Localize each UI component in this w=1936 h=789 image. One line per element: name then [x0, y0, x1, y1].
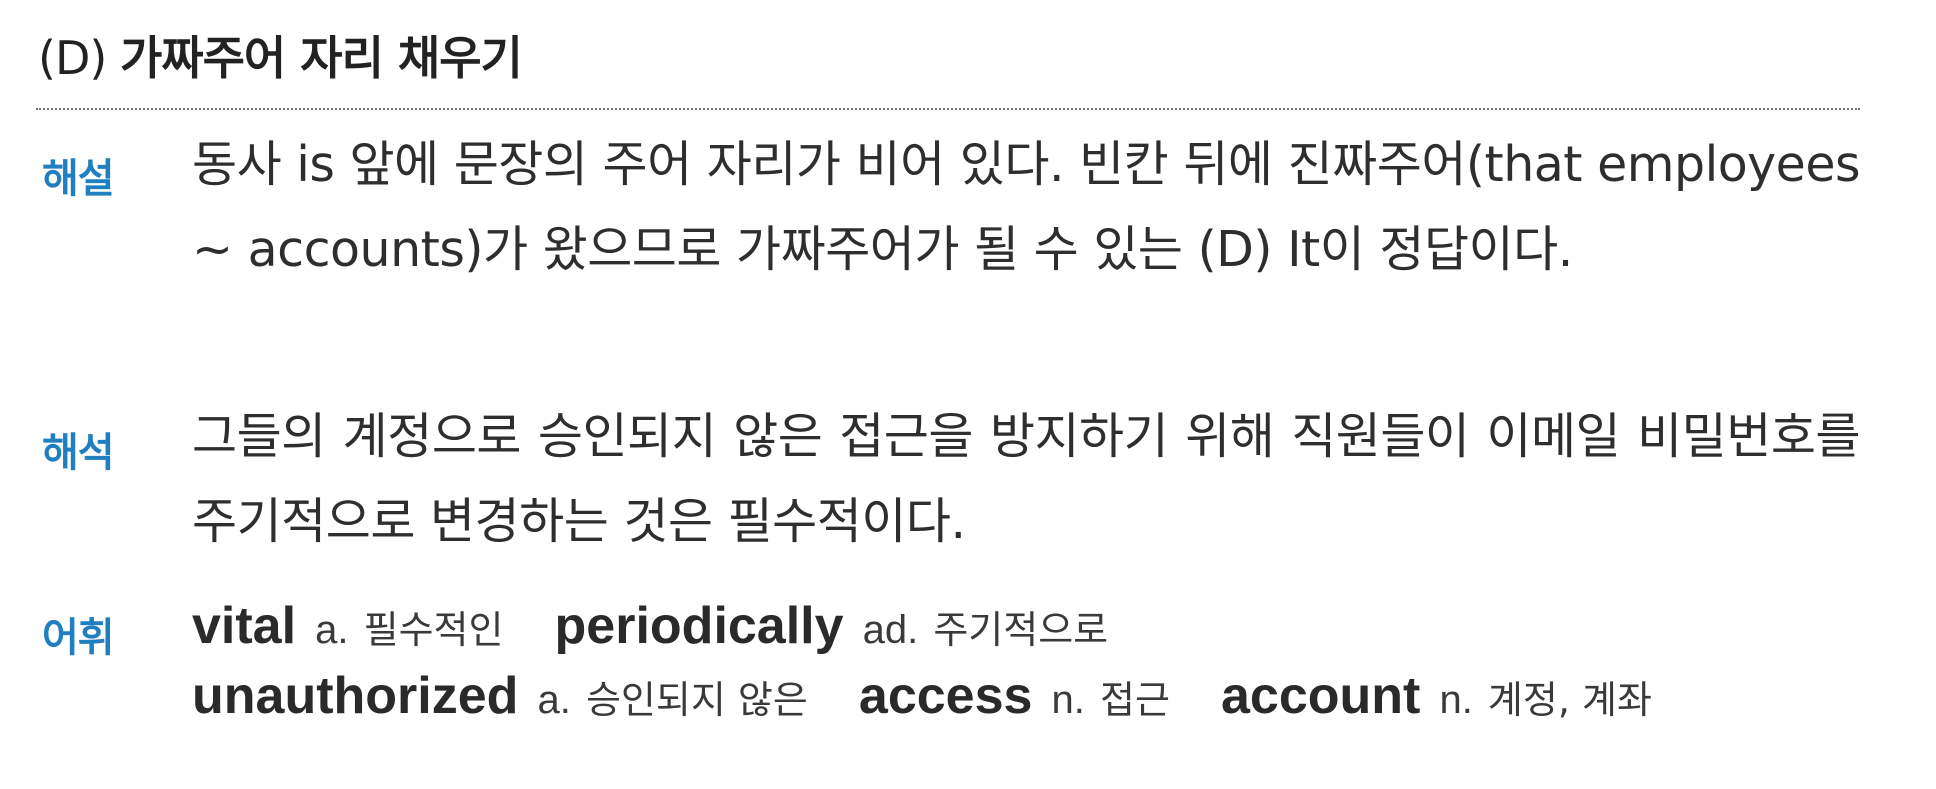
- vocab-item: account n. 계정, 계좌: [1221, 667, 1652, 725]
- vocab-pos: ad.: [862, 608, 919, 652]
- vocab-pos: n.: [1439, 678, 1473, 722]
- section-heading: (D) 가짜주어 자리 채우기: [38, 22, 523, 88]
- vocab-word: access: [858, 667, 1033, 725]
- vocab-item: unauthorized a. 승인되지 않은: [192, 667, 813, 725]
- vocab-meaning: 필수적인: [363, 608, 504, 652]
- translation-text: 그들의 계정으로 승인되지 않은 접근을 방지하기 위해 직원들이 이메일 비밀…: [192, 408, 1861, 550]
- vocab-item: vital a. 필수적인: [192, 597, 509, 655]
- vocab-meaning: 주기적으로: [933, 608, 1109, 652]
- dotted-divider: [36, 108, 1860, 110]
- vocabulary-line-1: vital a. 필수적인 periodically ad. 주기적으로: [192, 596, 1108, 656]
- vocab-item: periodically ad. 주기적으로: [555, 597, 1109, 655]
- vocab-word: account: [1221, 667, 1421, 725]
- vocab-word: unauthorized: [192, 667, 519, 725]
- vocab-meaning: 계정, 계좌: [1487, 678, 1652, 722]
- explanation-text: 동사 is 앞에 문장의 주어 자리가 비어 있다. 빈칸 뒤에 진짜주어(th…: [192, 136, 1861, 278]
- vocabulary-label: 어휘: [42, 615, 115, 661]
- vocab-item: access n. 접근: [859, 667, 1175, 725]
- vocab-meaning: 승인되지 않은: [585, 678, 808, 722]
- vocab-word: vital: [192, 597, 297, 655]
- vocab-pos: a.: [315, 608, 349, 652]
- explanation-label: 해설: [42, 156, 115, 202]
- vocab-pos: n.: [1051, 678, 1085, 722]
- vocab-word: periodically: [554, 597, 844, 655]
- answer-choice: (D): [38, 31, 107, 85]
- vocab-pos: a.: [537, 678, 571, 722]
- vocabulary-line-2: unauthorized a. 승인되지 않은 access n. 접근 acc…: [192, 666, 1652, 726]
- heading-text: 가짜주어 자리 채우기: [119, 31, 523, 85]
- vocab-meaning: 접근: [1099, 678, 1170, 722]
- translation-label: 해석: [42, 430, 115, 476]
